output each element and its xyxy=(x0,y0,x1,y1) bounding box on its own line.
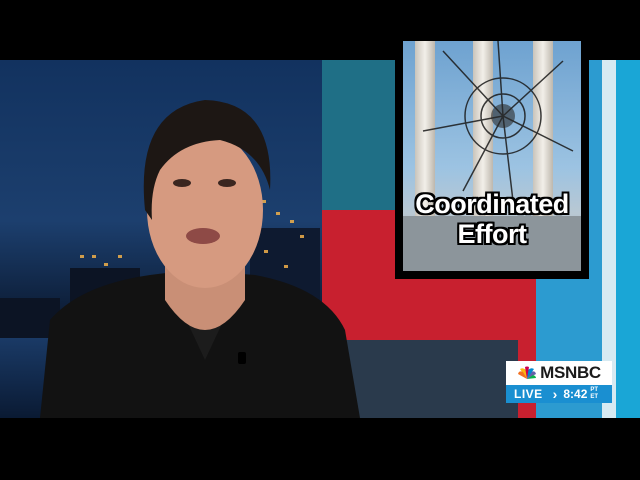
inset-photo: Coordinated Effort xyxy=(403,41,581,271)
peacock-icon xyxy=(518,366,537,379)
network-logo: MSNBC xyxy=(506,361,612,385)
live-time-bar: LIVE › 8:42 PT ET xyxy=(506,385,612,403)
live-label: LIVE xyxy=(514,387,543,401)
headline-line-1: Coordinated xyxy=(415,189,569,219)
clock-time: 8:42 xyxy=(563,387,588,401)
chevron-right-icon: › xyxy=(552,386,558,402)
headline-line-2: Effort xyxy=(457,219,527,249)
news-anchor xyxy=(40,100,360,418)
graphic-stripe-teal xyxy=(616,60,640,418)
time-zone: PT ET xyxy=(590,387,598,401)
time-zone-et: ET xyxy=(590,394,599,400)
network-name: MSNBC xyxy=(540,363,601,382)
network-bug: MSNBC LIVE › 8:42 PT ET xyxy=(506,361,612,403)
inset-graphic-panel: Coordinated Effort xyxy=(395,33,589,279)
time-zone-pt: PT xyxy=(590,387,599,393)
